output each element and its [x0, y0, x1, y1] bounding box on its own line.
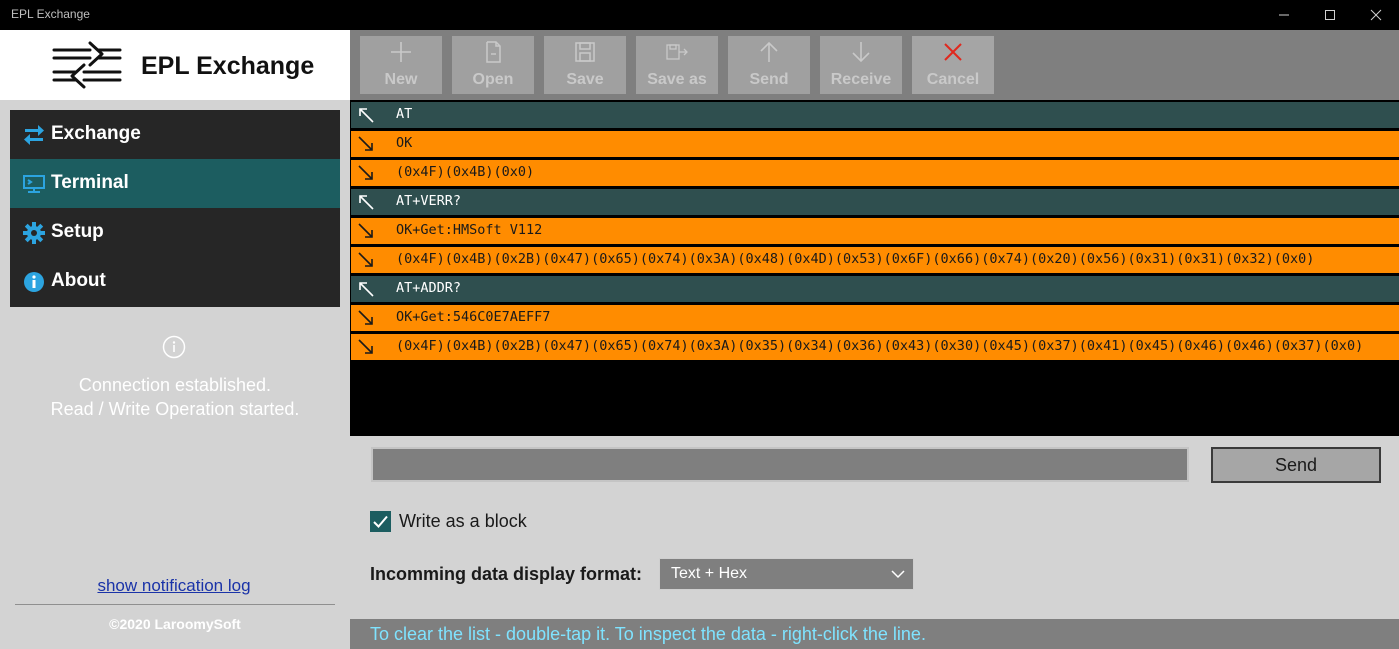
terminal-row-incoming[interactable]: (0x4F)(0x4B)(0x0)	[351, 160, 1399, 186]
toolbar-label: Save as	[647, 71, 707, 88]
terminal-row-outgoing[interactable]: AT+VERR?	[351, 189, 1399, 215]
terminal-row-incoming[interactable]: (0x4F)(0x4B)(0x2B)(0x47)(0x65)(0x74)(0x3…	[351, 247, 1399, 273]
status-line: Read / Write Operation started.	[50, 399, 300, 419]
arrow-up-icon	[760, 41, 778, 62]
terminal-row-text: (0x4F)(0x4B)(0x2B)(0x47)(0x65)(0x74)(0x3…	[396, 338, 1364, 354]
nav-item-setup[interactable]: Setup	[10, 208, 340, 257]
display-format-label: Incomming data display format:	[370, 564, 643, 584]
write-as-block-label: Write as a block	[399, 511, 527, 531]
maximize-icon	[1325, 10, 1335, 20]
incoming-arrow-icon	[358, 252, 373, 267]
outgoing-arrow-icon	[359, 195, 374, 210]
save-as-button[interactable]: Save as	[636, 36, 718, 94]
terminal-icon	[23, 175, 45, 193]
terminal-row-outgoing[interactable]: AT	[351, 102, 1399, 128]
toolbar-label: Save	[566, 71, 604, 88]
nav-item-label: Exchange	[51, 123, 141, 144]
app-logo-icon	[52, 41, 122, 89]
chevron-down-icon	[891, 570, 905, 579]
nav-item-label: Setup	[51, 221, 104, 242]
incoming-arrow-icon	[358, 223, 373, 238]
terminal-row-text: OK	[396, 135, 413, 151]
terminal-row-incoming[interactable]: (0x4F)(0x4B)(0x2B)(0x47)(0x65)(0x74)(0x3…	[351, 334, 1399, 360]
nav-item-label: Terminal	[51, 172, 129, 193]
nav-item-terminal[interactable]: Terminal	[10, 159, 340, 208]
status-info-icon	[162, 335, 186, 359]
display-format-select[interactable]: Text + Hex	[659, 558, 914, 590]
toolbar-label: New	[384, 71, 418, 88]
gear-icon	[23, 222, 45, 244]
window-title: EPL Exchange	[11, 7, 90, 21]
show-notification-log-link[interactable]: show notification log	[0, 576, 348, 596]
save-as-icon	[666, 44, 688, 60]
terminal-row-text: AT	[396, 106, 413, 122]
open-file-icon	[486, 41, 501, 63]
maximize-button[interactable]	[1307, 0, 1353, 30]
incoming-arrow-icon	[358, 310, 373, 325]
toolbar-label: Cancel	[926, 71, 980, 88]
terminal-row-incoming[interactable]: OK+Get:HMSoft V112	[351, 218, 1399, 244]
receive-button[interactable]: Receive	[820, 36, 902, 94]
sidebar: EPL Exchange Exchange Terminal Setup Abo…	[0, 30, 350, 649]
cancel-x-icon	[944, 43, 962, 61]
nav-item-about[interactable]: About	[10, 257, 340, 306]
sidebar-divider	[15, 604, 335, 605]
save-icon	[575, 42, 595, 62]
exchange-arrows-icon	[24, 125, 44, 145]
copyright-symbol-icon: ©	[109, 616, 120, 632]
write-as-block-checkbox[interactable]	[370, 511, 391, 532]
toolbar-label: Receive	[830, 71, 892, 88]
terminal-list[interactable]: AT OK (0x4F)(0x4B)(0x0) AT+VERR? OK+Get:HMSo…	[350, 100, 1399, 436]
title-bar: EPL Exchange	[0, 0, 1399, 30]
brand-header: EPL Exchange	[0, 30, 350, 100]
info-icon	[24, 272, 44, 292]
terminal-row-text: OK+Get:546C0E7AEFF7	[396, 309, 551, 325]
minimize-icon	[1279, 14, 1289, 16]
toolbar: New Open Save Save as Send Receive Cance…	[350, 30, 1399, 100]
toolbar-label: Send	[749, 71, 789, 88]
outgoing-arrow-icon	[359, 108, 374, 123]
terminal-row-text: (0x4F)(0x4B)(0x2B)(0x47)(0x65)(0x74)(0x3…	[396, 251, 1315, 267]
terminal-row-text: (0x4F)(0x4B)(0x0)	[396, 164, 535, 180]
incoming-arrow-icon	[358, 339, 373, 354]
close-button[interactable]	[1353, 0, 1399, 30]
close-icon	[1370, 9, 1382, 21]
minimize-button[interactable]	[1261, 0, 1307, 30]
input-panel: Send Write as a block Incomming data dis…	[350, 436, 1399, 649]
command-input[interactable]	[371, 447, 1189, 482]
incoming-arrow-icon	[358, 136, 373, 151]
terminal-row-text: AT+VERR?	[396, 193, 462, 209]
checkmark-icon	[373, 515, 388, 528]
toolbar-label: Open	[472, 71, 514, 88]
terminal-row-outgoing[interactable]: AT+ADDR?	[351, 276, 1399, 302]
arrow-down-icon	[852, 42, 870, 63]
save-button[interactable]: Save	[544, 36, 626, 94]
cancel-button[interactable]: Cancel	[912, 36, 994, 94]
display-format-value: Text + Hex	[671, 565, 748, 582]
nav-item-exchange[interactable]: Exchange	[10, 110, 340, 159]
nav-menu: Exchange Terminal Setup About	[10, 110, 340, 307]
connection-status: Connection established. Read / Write Ope…	[0, 373, 350, 421]
status-line: Connection established.	[78, 375, 272, 395]
copyright-text: 2020 LaroomySoft	[119, 616, 241, 632]
open-button[interactable]: Open	[452, 36, 534, 94]
terminal-row-incoming[interactable]: OK	[351, 131, 1399, 157]
nav-item-label: About	[51, 270, 106, 291]
hint-text: To clear the list - double-tap it. To in…	[370, 624, 926, 644]
outgoing-arrow-icon	[359, 282, 374, 297]
plus-icon	[391, 42, 411, 62]
app-name: EPL Exchange	[141, 52, 315, 80]
send-button[interactable]: Send	[1211, 447, 1381, 483]
terminal-row-text: OK+Get:HMSoft V112	[396, 222, 543, 238]
hint-bar: To clear the list - double-tap it. To in…	[350, 619, 1399, 649]
terminal-row-text: AT+ADDR?	[396, 280, 462, 296]
main-panel: New Open Save Save as Send Receive Cance…	[350, 30, 1399, 649]
new-button[interactable]: New	[360, 36, 442, 94]
terminal-row-incoming[interactable]: OK+Get:546C0E7AEFF7	[351, 305, 1399, 331]
send-toolbar-button[interactable]: Send	[728, 36, 810, 94]
copyright: ©2020 LaroomySoft	[0, 616, 350, 632]
incoming-arrow-icon	[358, 165, 373, 180]
